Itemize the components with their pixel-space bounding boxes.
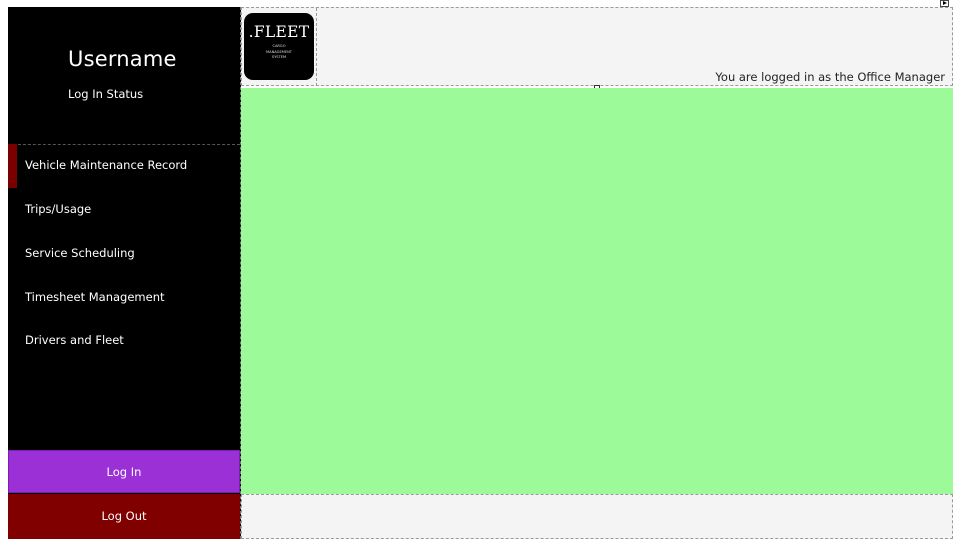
logo-frame: .FLEET CARGO MANAGEMENT SYSTEM	[242, 8, 317, 86]
nav-item-drivers-and-fleet[interactable]: Drivers and Fleet	[8, 319, 240, 363]
nav-item-vehicle-maintenance-record[interactable]: Vehicle Maintenance Record	[8, 144, 240, 188]
logo-subtitle-line: SYSTEM	[271, 55, 287, 59]
logo-subtitle-line: MANAGEMENT	[266, 49, 292, 54]
app-window: Username Log In Status Vehicle Maintenan…	[0, 0, 973, 546]
header: .FLEET CARGO MANAGEMENT SYSTEM You are l…	[241, 7, 953, 86]
active-nav-marker	[8, 144, 17, 188]
main-content-area	[241, 88, 953, 494]
nav-item-trips-usage[interactable]: Trips/Usage	[8, 188, 240, 232]
nav-item-timesheet-management[interactable]: Timesheet Management	[8, 276, 240, 320]
logo-title: .FLEET	[248, 23, 310, 41]
nav-item-label: Service Scheduling	[25, 246, 135, 260]
logo-subtitle: CARGO MANAGEMENT SYSTEM	[244, 44, 314, 61]
triangle-right-icon[interactable]	[940, 0, 949, 7]
footer	[241, 494, 953, 539]
logo-subtitle-line: CARGO	[272, 44, 286, 48]
nav-item-label: Vehicle Maintenance Record	[25, 158, 188, 172]
fleet-logo: .FLEET CARGO MANAGEMENT SYSTEM	[244, 13, 314, 80]
nav-item-service-scheduling[interactable]: Service Scheduling	[8, 232, 240, 276]
sidebar: Username Log In Status Vehicle Maintenan…	[8, 7, 241, 539]
logout-button[interactable]: Log Out	[8, 494, 240, 539]
user-block: Username Log In Status	[8, 7, 240, 145]
logged-in-as-text: You are logged in as the Office Manager	[715, 70, 945, 84]
username: Username	[68, 47, 177, 71]
login-status: Log In Status	[68, 87, 144, 101]
nav-item-label: Trips/Usage	[25, 202, 92, 216]
nav-item-label: Drivers and Fleet	[25, 333, 124, 347]
login-button[interactable]: Log In	[8, 450, 240, 493]
nav-item-label: Timesheet Management	[25, 290, 165, 304]
